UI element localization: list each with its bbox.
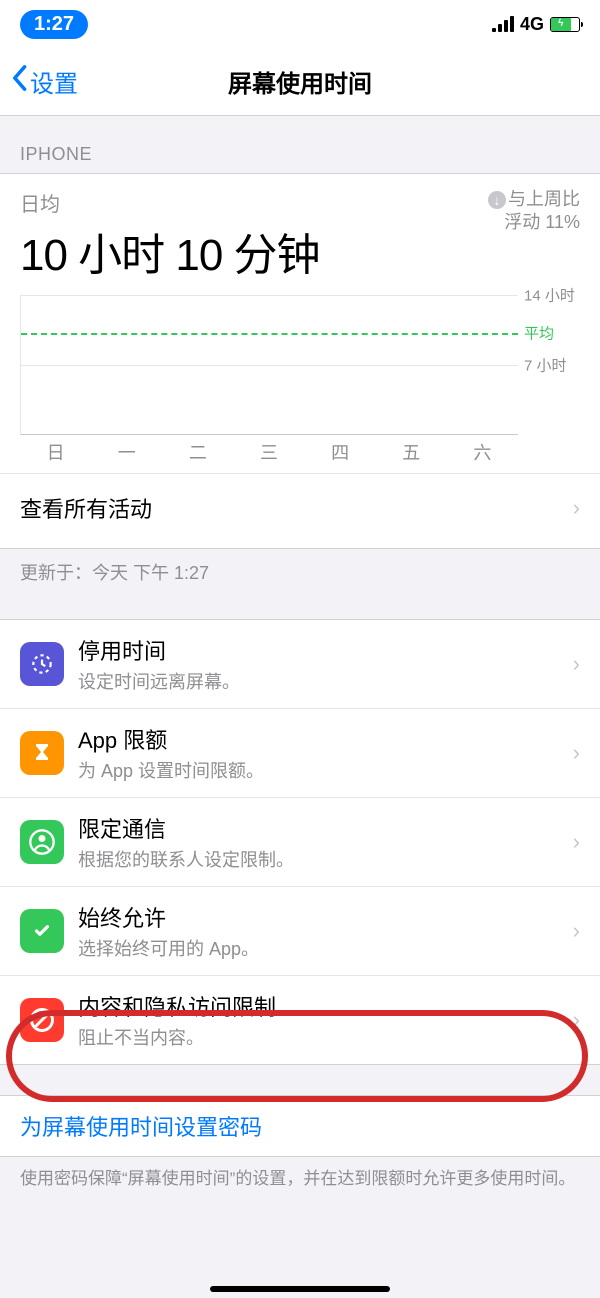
home-indicator: [210, 1286, 390, 1292]
option-subtitle: 选择始终可用的 App。: [78, 935, 573, 961]
status-bar: 1:27 4G ϟ: [0, 0, 600, 48]
chevron-right-icon: ›: [573, 740, 580, 766]
chevron-right-icon: ›: [573, 1007, 580, 1033]
option-title: 停用时间: [78, 634, 573, 666]
chevron-right-icon: ›: [573, 651, 580, 677]
hourglass-icon: [20, 731, 64, 775]
option-row-3[interactable]: 始终允许选择始终可用的 App。›: [0, 886, 600, 975]
check-badge-icon: [20, 909, 64, 953]
nav-bar: 设置 屏幕使用时间: [0, 48, 600, 116]
xlabel: 六: [447, 439, 518, 465]
ylabel-mid: 7 小时: [524, 355, 567, 376]
status-time-pill: 1:27: [20, 10, 88, 39]
usage-summary-card[interactable]: 日均 10 小时 10 分钟 ↓与上周比 浮动 11% 14 小时 平均 7 小…: [0, 173, 600, 549]
option-title: App 限额: [78, 723, 573, 755]
network-label: 4G: [520, 14, 544, 35]
passcode-section: 为屏幕使用时间设置密码: [0, 1095, 600, 1157]
set-passcode-row[interactable]: 为屏幕使用时间设置密码: [0, 1096, 600, 1156]
week-delta: ↓与上周比 浮动 11%: [488, 188, 580, 283]
footer-note: 使用密码保障“屏幕使用时间”的设置，并在达到限额时允许更多使用时间。: [0, 1157, 600, 1191]
option-title: 限定通信: [78, 812, 573, 844]
xlabel: 四: [305, 439, 376, 465]
option-subtitle: 根据您的联系人设定限制。: [78, 846, 573, 872]
chevron-right-icon: ›: [573, 495, 580, 521]
no-sign-icon: [20, 998, 64, 1042]
option-subtitle: 为 App 设置时间限额。: [78, 757, 573, 783]
daily-average-value: 10 小时 10 分钟: [20, 219, 320, 283]
option-row-4[interactable]: 内容和隐私访问限制阻止不当内容。›: [0, 975, 600, 1064]
option-subtitle: 设定时间远离屏幕。: [78, 668, 573, 694]
last-updated: 更新于：今天 下午 1:27: [0, 549, 600, 591]
settings-list: 停用时间设定时间远离屏幕。›App 限额为 App 设置时间限额。›限定通信根据…: [0, 619, 600, 1065]
clock-moon-icon: [20, 642, 64, 686]
page-title: 屏幕使用时间: [0, 64, 600, 99]
signal-icon: [492, 16, 514, 32]
section-header-iphone: IPHONE: [0, 116, 600, 173]
option-row-0[interactable]: 停用时间设定时间远离屏幕。›: [0, 620, 600, 708]
ylabel-avg: 平均: [524, 323, 554, 344]
option-title: 内容和隐私访问限制: [78, 990, 573, 1022]
option-row-1[interactable]: App 限额为 App 设置时间限额。›: [0, 708, 600, 797]
see-all-activity-row[interactable]: 查看所有活动 ›: [20, 474, 580, 542]
xlabel: 一: [91, 439, 162, 465]
usage-chart: 14 小时 平均 7 小时: [20, 295, 580, 435]
xlabel: 三: [233, 439, 304, 465]
battery-icon: ϟ: [550, 17, 580, 32]
option-subtitle: 阻止不当内容。: [78, 1024, 573, 1050]
option-title: 始终允许: [78, 901, 573, 933]
see-all-activity-label: 查看所有活动: [20, 492, 573, 524]
status-right: 4G ϟ: [492, 14, 580, 35]
option-row-2[interactable]: 限定通信根据您的联系人设定限制。›: [0, 797, 600, 886]
set-passcode-label: 为屏幕使用时间设置密码: [20, 1110, 580, 1142]
ylabel-top: 14 小时: [524, 285, 575, 306]
person-circle-icon: [20, 820, 64, 864]
xlabel: 日: [20, 439, 91, 465]
chevron-right-icon: ›: [573, 829, 580, 855]
arrow-down-icon: ↓: [488, 191, 506, 209]
xlabel: 二: [162, 439, 233, 465]
xlabel: 五: [376, 439, 447, 465]
chevron-right-icon: ›: [573, 918, 580, 944]
daily-average-label: 日均: [20, 188, 320, 217]
